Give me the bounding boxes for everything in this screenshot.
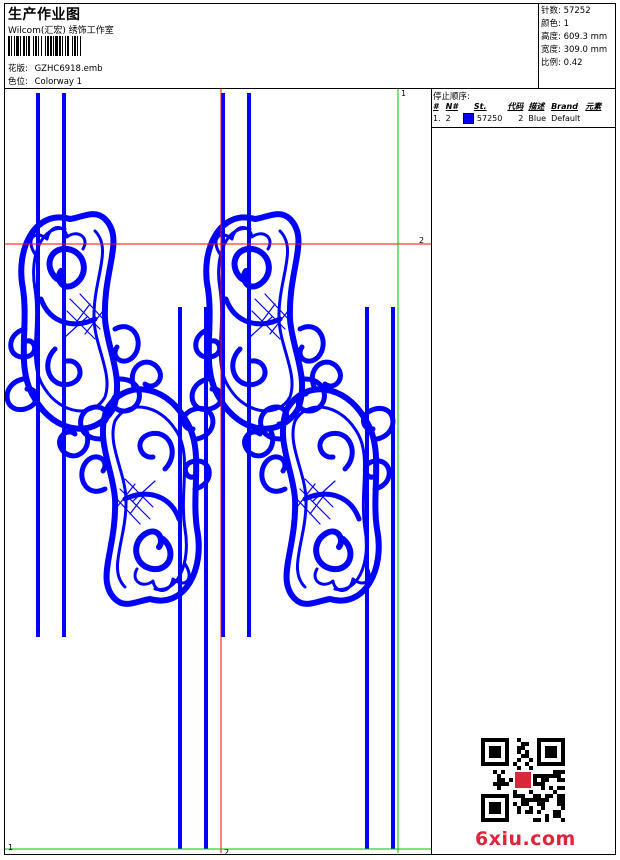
row-element — [584, 112, 605, 124]
design-label: 花版: — [8, 64, 28, 74]
col-index: # — [433, 102, 439, 111]
row-stitches-cell: 57250 — [462, 112, 506, 124]
stats-divider — [538, 3, 539, 89]
row-code: 2 — [518, 114, 524, 123]
studio-name: Wilcom(汇宏) 绣饰工作室 — [8, 26, 114, 36]
guide-marker-green-v: 1 — [401, 89, 407, 98]
colors-label: 颜色: — [541, 19, 561, 29]
width-value: 309.0 mm — [563, 45, 608, 55]
row-stitches: 57250 — [476, 114, 503, 123]
stop-sequence-table: # N# St. 代码 描述 Brand 元素 1. 2 57250 2 Blu… — [432, 101, 605, 124]
row-needle: 2 — [445, 114, 451, 123]
width-label: 宽度: — [541, 45, 561, 55]
scale-value: 0.42 — [563, 58, 583, 68]
table-header-row: # N# St. 代码 描述 Brand 元素 — [432, 101, 605, 112]
col-element: 元素 — [585, 102, 602, 111]
watermark-text: 6xiu.com — [475, 828, 576, 850]
stitches-label: 针数: — [541, 6, 561, 16]
height-value: 609.3 mm — [563, 32, 608, 42]
col-desc: 描述 — [528, 102, 545, 111]
row-brand: Default — [551, 114, 581, 123]
height-label: 高度: — [541, 32, 561, 42]
embroidery-preview — [5, 89, 431, 853]
col-stitches: St. — [473, 102, 487, 111]
col-brand: Brand — [551, 102, 578, 111]
row-desc: Blue — [528, 114, 547, 123]
colorway-label: 色位: — [8, 77, 28, 87]
guide-marker-red-h: 2 — [419, 236, 425, 245]
guide-marker-red-v: 2 — [224, 848, 230, 857]
design-canvas[interactable] — [5, 89, 431, 853]
panel-divider — [431, 88, 432, 855]
guide-marker-green-h: 1 — [8, 843, 14, 852]
row-index: 1. — [433, 114, 441, 123]
col-code: 代码 — [507, 102, 524, 111]
design-stats: 针数: 57252 颜色: 1 高度: 609.3 mm 宽度: 309.0 m… — [541, 5, 607, 70]
design-row: 花版: GZHC6918.emb — [8, 62, 103, 74]
scale-label: 比例: — [541, 58, 561, 68]
page-title: 生产作业图 — [8, 7, 81, 23]
table-row[interactable]: 1. 2 57250 2 Blue Default — [432, 112, 605, 124]
barcode — [8, 36, 150, 56]
col-needle: N# — [445, 102, 458, 111]
stitches-value: 57252 — [563, 6, 591, 16]
qr-code — [481, 738, 565, 822]
colorway-row: 色位: Colorway 1 — [8, 75, 82, 87]
design-file: GZHC6918.emb — [34, 64, 103, 74]
colors-value: 1 — [563, 19, 569, 29]
color-swatch — [462, 113, 474, 124]
colorway-value: Colorway 1 — [34, 77, 83, 87]
table-bottom-line — [431, 127, 616, 128]
